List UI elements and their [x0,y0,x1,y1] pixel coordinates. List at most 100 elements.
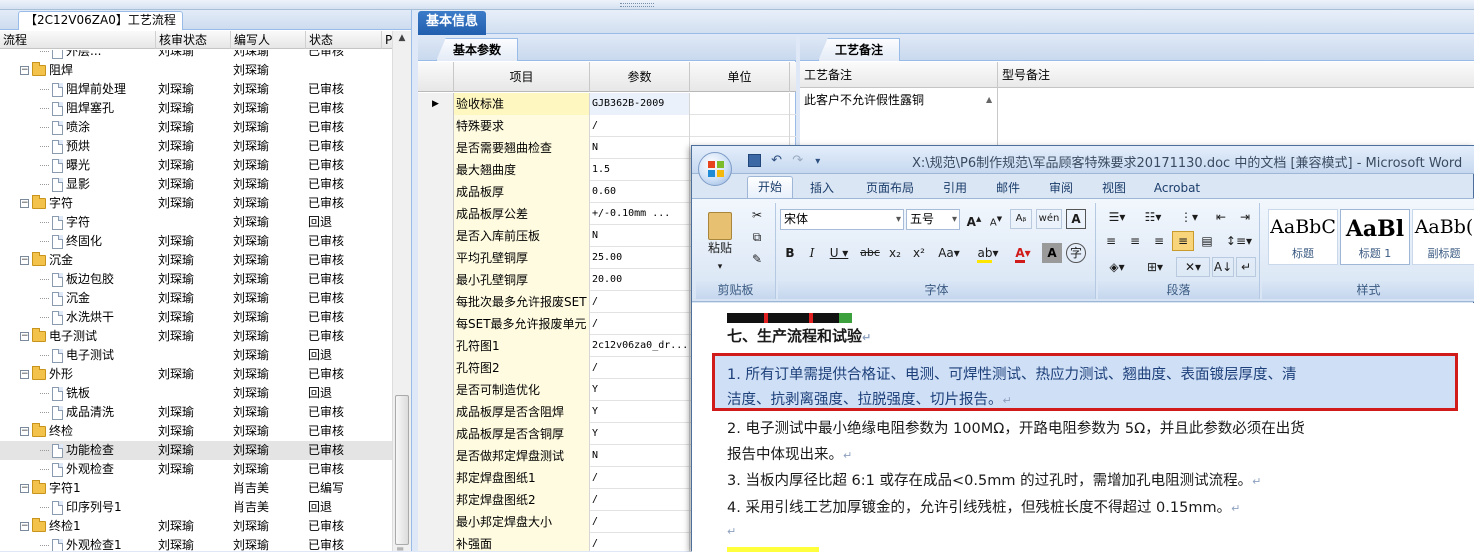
param-value[interactable]: 20.00 [590,269,690,291]
param-unit[interactable] [690,93,790,115]
char-shading-button[interactable]: A [1042,243,1062,263]
tree-scrollbar[interactable]: ▲ ≡ [392,31,411,551]
row-indicator[interactable] [418,225,454,247]
style-heading-1[interactable]: AaBl 标题 1 [1340,209,1410,265]
scroll-thumb[interactable] [395,395,409,545]
tree-node[interactable]: 喷涂 [40,118,90,137]
tree-node[interactable]: 预烘 [40,137,90,156]
tab-page-layout[interactable]: 页面布局 [856,178,924,198]
tree-row[interactable]: 曝光 刘琛瑜 刘琛瑜 已审核 [0,156,392,175]
tree-node[interactable]: − 字符1 [20,479,81,498]
param-value[interactable]: 0.60 [590,181,690,203]
column-header-status[interactable]: 状态 [306,31,382,49]
scroll-up-arrow-icon[interactable]: ▲ [393,33,411,47]
tree-row[interactable]: 喷涂 刘琛瑜 刘琛瑜 已审核 [0,118,392,137]
collapse-toggle-icon[interactable]: − [20,256,29,265]
tree-node[interactable]: 字符 [40,213,90,232]
param-value[interactable]: Y [590,401,690,423]
collapse-toggle-icon[interactable]: − [20,66,29,75]
decrease-indent-button[interactable]: ⇤ [1210,207,1232,227]
collapse-toggle-icon[interactable]: − [20,484,29,493]
style-title[interactable]: AaBbC 标题 [1268,209,1338,265]
cut-button[interactable]: ✂ [746,205,768,225]
tree-row[interactable]: 水洗烘干 刘琛瑜 刘琛瑜 已审核 [0,308,392,327]
param-value[interactable]: / [590,313,690,335]
font-size-select[interactable]: 五号 [906,209,960,230]
tree-row[interactable]: 终固化 刘琛瑜 刘琛瑜 已审核 [0,232,392,251]
tree-row[interactable]: − 字符1 肖吉美 已编写 [0,479,392,498]
tree-row[interactable]: − 阻焊 刘琛瑜 [0,61,392,80]
column-header-reviewer[interactable]: 核审状态 [156,31,231,49]
param-value[interactable]: N [590,225,690,247]
column-header-p[interactable]: P [382,31,392,49]
enclose-char-button[interactable]: 字 [1066,243,1086,263]
param-value[interactable]: 25.00 [590,247,690,269]
borders-button[interactable]: ⊞▾ [1138,257,1172,277]
tree-row[interactable]: 功能检查 刘琛瑜 刘琛瑜 已审核 [0,441,392,460]
tree-row[interactable]: 显影 刘琛瑜 刘琛瑜 已审核 [0,175,392,194]
tab-basic-info[interactable]: 基本信息 [418,11,487,35]
tree-node[interactable]: 显影 [40,175,90,194]
param-value[interactable]: / [590,533,690,551]
tab-process-notes[interactable]: 工艺备注 [818,38,900,61]
change-case-button[interactable]: Aa▾ [932,243,966,263]
tree-row[interactable]: − 电子测试 刘琛瑜 刘琛瑜 已审核 [0,327,392,346]
align-center-button[interactable]: ≡ [1124,231,1146,251]
tree-row[interactable]: 外观检查1 刘琛瑜 刘琛瑜 已审核 [0,536,392,551]
tree-row[interactable]: 印序列号1 肖吉美 回退 [0,498,392,517]
tree-node[interactable]: − 外形 [20,365,73,384]
tree-node[interactable]: 电子测试 [40,346,114,365]
note-scroll-up-icon[interactable]: ▲ [986,95,992,104]
line-spacing-button[interactable]: ↕≡▾ [1222,231,1256,251]
param-value[interactable]: 2c12v06za0_dr... [590,335,690,357]
format-painter-button[interactable]: ✎ [746,249,768,269]
tree-row[interactable]: 成品清洗 刘琛瑜 刘琛瑜 已审核 [0,403,392,422]
tree-row[interactable]: 阻焊塞孔 刘琛瑜 刘琛瑜 已审核 [0,99,392,118]
tree-node[interactable]: 终固化 [40,232,102,251]
font-color-button[interactable]: A▾ [1008,243,1038,263]
tree-row[interactable]: 预烘 刘琛瑜 刘琛瑜 已审核 [0,137,392,156]
param-value[interactable]: +/-0.10mm ... [590,203,690,225]
tree-node[interactable]: 阻焊塞孔 [40,99,114,118]
param-unit[interactable] [690,115,790,137]
collapse-toggle-icon[interactable]: − [20,370,29,379]
tree-node[interactable]: 成品清洗 [40,403,114,422]
param-value[interactable]: Y [590,423,690,445]
row-indicator[interactable] [418,181,454,203]
collapse-toggle-icon[interactable]: − [20,332,29,341]
redo-icon[interactable]: ↷ [792,153,803,168]
tree-row[interactable]: 外观检查 刘琛瑜 刘琛瑜 已审核 [0,460,392,479]
tree-row[interactable]: 外层... 刘琛瑜 刘琛瑜 已审核 [0,50,392,61]
tree-node[interactable]: − 终检1 [20,517,81,536]
subscript-button[interactable]: x₂ [884,243,906,263]
tree-row[interactable]: 铣板 刘琛瑜 回退 [0,384,392,403]
param-value[interactable]: GJB362B-2009 [590,93,690,115]
tree-node[interactable]: 外层... [40,50,101,61]
save-icon[interactable] [748,154,761,167]
param-value[interactable]: / [590,115,690,137]
param-value[interactable]: N [590,137,690,159]
justify-button[interactable]: ≡ [1172,231,1194,251]
tab-acrobat[interactable]: Acrobat [1146,178,1208,198]
tab-review[interactable]: 审阅 [1040,178,1082,198]
superscript-button[interactable]: x² [908,243,930,263]
tree-node[interactable]: − 阻焊 [20,61,73,80]
column-header-value[interactable]: 参数 [590,62,690,92]
align-left-button[interactable]: ≡ [1100,231,1122,251]
bullets-button[interactable]: ☰▾ [1100,207,1134,227]
shrink-font-button[interactable]: A▼ [986,209,1006,229]
row-indicator[interactable] [418,489,454,511]
param-value[interactable]: Y [590,379,690,401]
char-border-button[interactable]: A [1066,209,1086,229]
tree-node[interactable]: 印序列号1 [40,498,122,517]
qat-dropdown-icon[interactable]: ▾ [815,156,820,167]
numbering-button[interactable]: ☷▾ [1136,207,1170,227]
row-indicator[interactable] [418,423,454,445]
row-indicator[interactable] [418,401,454,423]
row-indicator[interactable] [418,467,454,489]
param-row[interactable]: ▶ 验收标准 GJB362B-2009 [418,93,796,115]
row-indicator[interactable] [418,291,454,313]
highlight-button[interactable]: ab▾ [972,243,1004,263]
align-right-button[interactable]: ≡ [1148,231,1170,251]
row-indicator[interactable] [418,313,454,335]
